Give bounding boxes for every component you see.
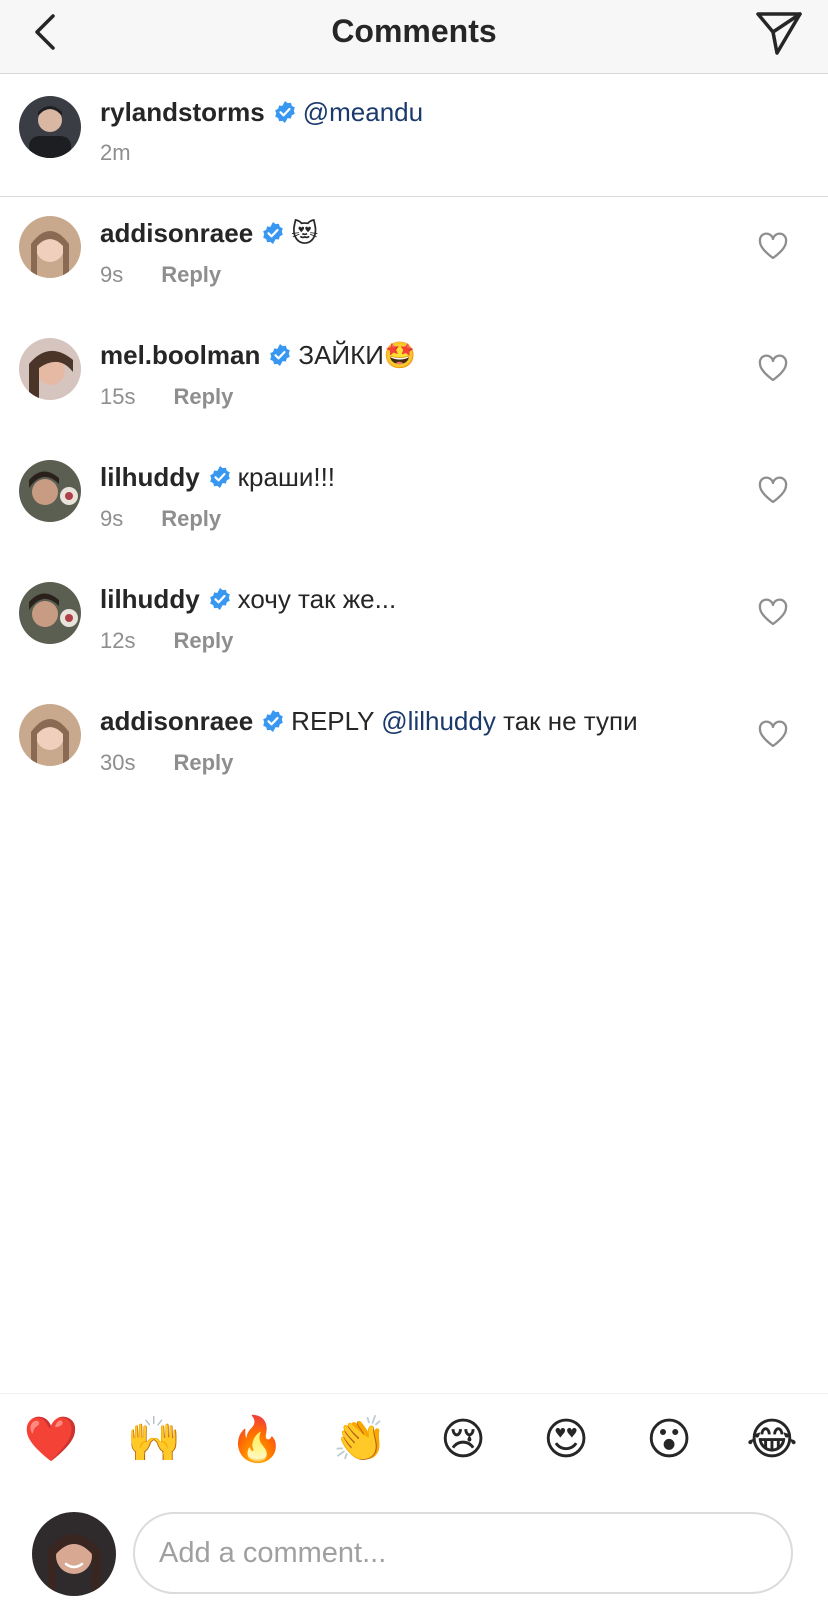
mention-link[interactable]: @lilhuddy [381, 706, 496, 736]
heart-eyes-emoji-button[interactable]: 😍 [538, 1412, 594, 1468]
username[interactable]: lilhuddy [100, 462, 200, 492]
like-heart-icon[interactable] [758, 598, 788, 628]
comment-meta: 30s Reply [100, 750, 233, 776]
comment-line: addisonraee REPLY @lilhuddy так не тупи [100, 706, 638, 737]
avatar[interactable] [19, 338, 81, 400]
verified-badge-icon [209, 588, 230, 610]
raised-hands-emoji-button[interactable]: 🙌 [126, 1412, 182, 1468]
timestamp: 12s [100, 628, 136, 653]
avatar[interactable] [19, 460, 81, 522]
comment-text: так не тупи [503, 706, 638, 736]
share-button[interactable] [752, 6, 806, 60]
username[interactable]: addisonraee [100, 706, 253, 736]
comment-text: краши!!! [237, 462, 336, 492]
mention-link[interactable]: @meandu [303, 97, 423, 127]
like-heart-icon[interactable] [758, 476, 788, 506]
timestamp: 9s [100, 506, 124, 531]
comment-line: lilhuddy хочу так же... [100, 584, 396, 615]
emoji-quick-bar: ❤️ 🙌 🔥 👏 😢 😍 😮 😂 [0, 1393, 828, 1465]
surprised-emoji-button[interactable]: 😮 [641, 1412, 697, 1468]
verified-badge-icon [263, 222, 283, 244]
comment-line: addisonraee 😻 [100, 218, 318, 249]
username[interactable]: rylandstorms [100, 97, 265, 127]
avatar-image [19, 704, 81, 766]
laughing-emoji-button[interactable]: 😂 [744, 1412, 800, 1468]
reply-button[interactable]: Reply [173, 384, 233, 409]
comment-row: addisonraee 😻 9s Reply [0, 216, 828, 334]
verified-badge-icon [209, 466, 230, 488]
comment-meta: 9s Reply [100, 262, 221, 288]
heart-emoji-button[interactable]: ❤️ [23, 1412, 79, 1468]
avatar[interactable] [19, 96, 81, 158]
avatar-image [19, 460, 81, 522]
current-user-avatar [32, 1512, 116, 1596]
comment-text-prefix: REPLY [291, 706, 375, 736]
reply-button[interactable]: Reply [161, 262, 221, 287]
avatar[interactable] [19, 216, 81, 278]
reply-button[interactable]: Reply [161, 506, 221, 531]
avatar-image [19, 216, 81, 278]
comment-row: lilhuddy краши!!! 9s Reply [0, 460, 828, 578]
username[interactable]: lilhuddy [100, 584, 200, 614]
like-heart-icon[interactable] [758, 354, 788, 384]
avatar[interactable] [19, 704, 81, 766]
username[interactable]: mel.boolman [100, 340, 260, 370]
fire-emoji-button[interactable]: 🔥 [229, 1412, 285, 1468]
timestamp: 9s [100, 262, 124, 287]
comment-row: mel.boolman ЗАЙКИ🤩 15s Reply [0, 338, 828, 456]
verified-badge-icon [274, 101, 295, 123]
verified-badge-icon [270, 344, 291, 366]
timestamp: 30s [100, 750, 136, 775]
timestamp: 2m [100, 140, 131, 165]
like-heart-icon[interactable] [758, 232, 788, 262]
avatar-image [19, 338, 81, 400]
comment-row: lilhuddy хочу так же... 12s Reply [0, 582, 828, 700]
like-heart-icon[interactable] [758, 720, 788, 750]
comment-text: хочу так же... [237, 584, 397, 614]
reply-button[interactable]: Reply [173, 628, 233, 653]
comment-meta: 15s Reply [100, 384, 233, 410]
username[interactable]: addisonraee [100, 218, 253, 248]
comment-meta: 12s Reply [100, 628, 233, 654]
paper-plane-icon [756, 12, 802, 55]
avatar[interactable] [19, 582, 81, 644]
avatar-image [19, 96, 81, 158]
comment-line: mel.boolman ЗАЙКИ🤩 [100, 340, 416, 371]
avatar-image [19, 582, 81, 644]
timestamp: 15s [100, 384, 136, 409]
avatar-image [32, 1512, 116, 1596]
comment-input[interactable] [133, 1512, 793, 1594]
comment-text: ЗАЙКИ🤩 [298, 340, 417, 370]
crying-emoji-button[interactable]: 😢 [435, 1412, 491, 1468]
verified-badge-icon [263, 710, 283, 732]
page-title: Comments [331, 13, 497, 49]
clapping-emoji-button[interactable]: 👏 [332, 1412, 388, 1468]
comment-line: lilhuddy краши!!! [100, 462, 335, 493]
comment-row: addisonraee REPLY @lilhuddy так не тупи 3… [0, 704, 828, 822]
reply-button[interactable]: Reply [173, 750, 233, 775]
top-nav-bar: Comments [0, 0, 828, 74]
caption-line: rylandstorms @meandu [100, 97, 423, 128]
post-caption: rylandstorms @meandu 2m [0, 73, 828, 197]
comment-meta: 9s Reply [100, 506, 221, 532]
comment-text: 😻 [291, 218, 319, 248]
